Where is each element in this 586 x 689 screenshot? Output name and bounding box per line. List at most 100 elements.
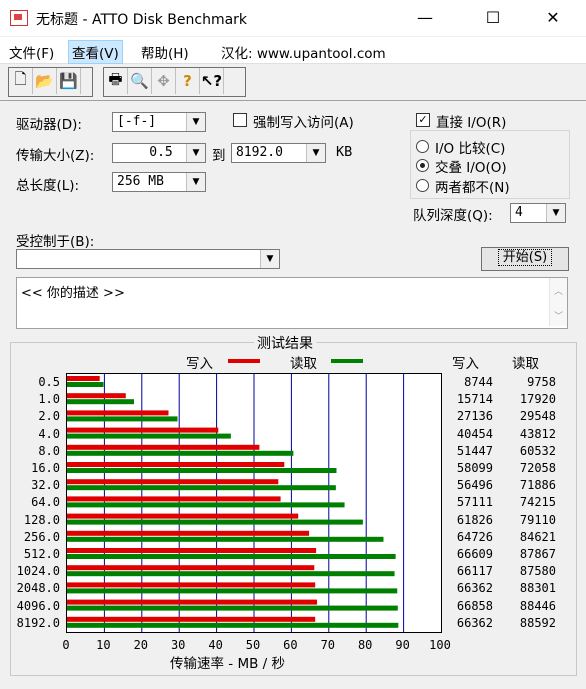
transfer-size-tick-label: 128.0 — [23, 512, 60, 527]
move-icon[interactable]: ✥ — [152, 68, 176, 94]
transfer-size-tick-label: 1.0 — [38, 392, 60, 407]
new-icon[interactable]: 🗋 — [9, 68, 33, 94]
write-value: 58099 — [456, 461, 493, 475]
write-value: 56496 — [456, 478, 493, 493]
neither-label: 两者都不(N) — [435, 180, 510, 196]
close-button[interactable]: ✕ — [530, 0, 576, 36]
read-value: 29548 — [519, 409, 556, 424]
description-scrollbar[interactable]: ︿ ﹀ — [549, 278, 567, 326]
rate-tick-label: 20 — [133, 638, 149, 652]
overlap-io-radio[interactable] — [416, 159, 429, 172]
maximize-button[interactable]: ☐ — [470, 0, 516, 36]
io-compare-radio[interactable] — [416, 140, 429, 153]
write-value: 66362 — [456, 581, 493, 596]
read-value: 88446 — [519, 598, 556, 613]
read-bar — [67, 519, 363, 525]
read-value: 87580 — [519, 564, 556, 579]
drive-label: 驱动器(D): — [16, 117, 82, 133]
io-compare-label: I/O 比较(C) — [435, 141, 506, 157]
read-bar — [67, 554, 396, 559]
print-icon[interactable]: 🖶 — [104, 68, 128, 94]
drive-select[interactable]: [-f-] ▼ — [112, 112, 206, 132]
chevron-down-icon[interactable]: ▼ — [186, 144, 205, 162]
write-value: 15714 — [456, 392, 493, 407]
force-write-checkbox[interactable] — [233, 113, 247, 127]
neither-radio[interactable] — [416, 179, 429, 192]
rate-tick-label: 30 — [170, 638, 186, 652]
chevron-down-icon[interactable]: ▼ — [186, 173, 205, 191]
direct-io-checkbox[interactable]: ✓ — [416, 113, 430, 127]
total-length-select[interactable]: 256 MB ▼ — [112, 172, 206, 192]
start-button-label: 开始(S) — [497, 249, 553, 266]
rate-tick-label: 40 — [208, 638, 223, 652]
write-value: 27136 — [456, 409, 493, 424]
controlled-by-select[interactable]: ▼ — [16, 249, 280, 269]
write-bar — [67, 565, 315, 571]
write-bar — [67, 444, 260, 450]
read-value: 88301 — [519, 581, 556, 596]
write-bar — [67, 582, 316, 588]
write-bar — [67, 462, 285, 467]
chevron-down-icon[interactable]: ﹀ — [550, 309, 567, 322]
write-value: 40454 — [456, 426, 493, 441]
total-length-value: 256 MB — [117, 174, 164, 189]
minimize-button[interactable]: — — [402, 0, 448, 36]
title-bar: 无标题 - ATTO Disk Benchmark — ☐ ✕ — [0, 0, 586, 36]
write-value: 66362 — [456, 615, 493, 630]
write-value: 64726 — [456, 529, 493, 544]
write-bar — [67, 427, 219, 433]
read-value: 72058 — [519, 461, 556, 475]
read-bar — [67, 605, 398, 611]
description-textarea[interactable]: << 你的描述 >> ︿ ﹀ — [16, 277, 568, 329]
print-preview-icon[interactable]: 🔍 — [128, 68, 152, 94]
read-bar — [67, 502, 345, 508]
menu-view[interactable]: 查看(V) — [68, 40, 123, 64]
start-button[interactable]: 开始(S) — [481, 247, 569, 271]
chevron-up-icon[interactable]: ︿ — [550, 284, 567, 297]
help-icon[interactable]: ? — [176, 68, 200, 94]
chevron-down-icon[interactable]: ▼ — [186, 113, 205, 131]
read-value: 9758 — [527, 375, 556, 389]
read-bar — [67, 485, 336, 491]
chevron-down-icon[interactable]: ▼ — [260, 250, 279, 268]
queue-depth-value: 4 — [515, 205, 523, 220]
rate-tick-label: 100 — [429, 638, 451, 652]
queue-depth-label: 队列深度(Q): — [413, 208, 493, 224]
read-bar — [67, 416, 178, 422]
menu-file[interactable]: 文件(F) — [6, 41, 57, 63]
overlap-io-label: 交叠 I/O(O) — [435, 160, 507, 176]
write-bar — [67, 548, 317, 553]
controlled-by-label: 受控制于(B): — [16, 234, 95, 250]
legend-write-label: 写入 — [186, 356, 213, 372]
toolbar: 🗋 📂 💾 🖶 🔍 ✥ ? ↖? — [0, 64, 586, 101]
queue-depth-select[interactable]: 4 ▼ — [510, 203, 566, 223]
read-value: 84621 — [519, 529, 556, 544]
menu-bar: 文件(F) 查看(V) 帮助(H) 汉化: www.upantool.com — [0, 37, 586, 64]
read-bar — [67, 399, 135, 405]
transfer-size-tick-label: 8.0 — [38, 443, 60, 458]
context-help-icon[interactable]: ↖? — [200, 68, 224, 94]
save-icon[interactable]: 💾 — [57, 68, 81, 94]
rate-tick-label: 80 — [357, 638, 373, 652]
total-length-label: 总长度(L): — [16, 178, 80, 194]
chevron-down-icon[interactable]: ▼ — [306, 144, 325, 162]
rate-tick-label: 50 — [245, 638, 261, 652]
transfer-size-tick-label: 8192.0 — [16, 615, 60, 630]
menu-help[interactable]: 帮助(H) — [138, 41, 192, 63]
column-read-header: 读取 — [512, 356, 539, 372]
transfer-unit: KB — [336, 144, 353, 160]
transfer-size-tick-label: 16.0 — [31, 461, 60, 475]
transfer-to-select[interactable]: 8192.0 ▼ — [231, 143, 326, 163]
toolbar-tools-group: 🖶 🔍 ✥ ? ↖? — [103, 67, 246, 97]
chevron-down-icon[interactable]: ▼ — [546, 204, 565, 222]
read-value: 87867 — [519, 547, 556, 561]
transfer-size-tick-label: 512.0 — [23, 547, 60, 561]
transfer-from-select[interactable]: 0.5 ▼ — [112, 143, 206, 163]
write-bar — [67, 496, 281, 502]
write-value: 66609 — [456, 547, 493, 561]
direct-io-label: 直接 I/O(R) — [436, 115, 507, 131]
credit-text: 汉化: www.upantool.com — [221, 46, 386, 62]
transfer-from-value: 0.5 — [149, 145, 173, 160]
read-value: 88592 — [519, 615, 556, 630]
open-icon[interactable]: 📂 — [33, 68, 57, 94]
